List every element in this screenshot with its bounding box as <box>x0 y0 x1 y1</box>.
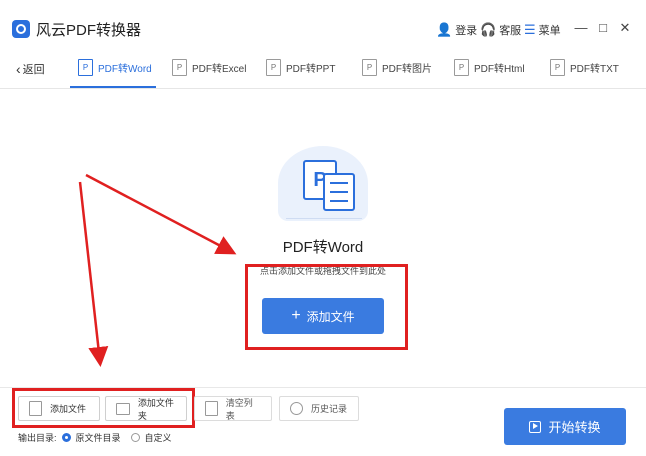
radio-original-dir[interactable] <box>61 433 71 442</box>
play-icon <box>529 420 542 433</box>
pdf-doc-icon: P <box>172 59 187 76</box>
tab-label: PDF转Word <box>98 64 152 75</box>
tab-pdf-to-html[interactable]: P PDF转Html <box>454 59 525 76</box>
menu-icon: ☰ <box>524 22 536 37</box>
tab-pdf-to-excel[interactable]: P PDF转Excel <box>172 59 246 76</box>
tab-label: PDF转TXT <box>570 64 619 75</box>
tab-label: PDF转图片 <box>382 64 432 75</box>
conversion-title: PDF转Word <box>282 239 364 256</box>
word-file-icon <box>323 173 355 211</box>
menu-button[interactable]: ☰ 菜单 <box>524 22 561 38</box>
clear-icon <box>205 401 218 416</box>
tab-label: PDF转Excel <box>192 64 247 75</box>
tab-pdf-to-ppt[interactable]: P PDF转PPT <box>266 59 335 76</box>
output-label: 输出目录: <box>18 433 57 443</box>
customer-service-button[interactable]: 🎧 客服 <box>480 22 521 38</box>
history-button[interactable]: 历史记录 <box>279 396 359 421</box>
radio-custom-dir[interactable] <box>130 433 140 442</box>
tab-pdf-to-image[interactable]: P PDF转图片 <box>362 59 432 76</box>
start-conversion-button[interactable]: 开始转换 <box>504 408 626 445</box>
conversion-tabs: ‹ 返回 P PDF转Word P PDF转Excel P PDF转PPT P … <box>0 50 646 89</box>
maximize-button[interactable]: □ <box>596 20 610 35</box>
pdf-doc-icon: P <box>454 59 469 76</box>
menu-label: 菜单 <box>538 25 561 37</box>
clock-icon <box>290 402 303 415</box>
pdf-doc-icon: P <box>78 59 93 76</box>
pdf-doc-icon: P <box>266 59 281 76</box>
pdf-doc-icon: P <box>550 59 565 76</box>
user-icon: 👤 <box>436 22 453 37</box>
app-logo-icon <box>12 20 30 38</box>
tab-label: PDF转Html <box>474 64 525 75</box>
login-label: 登录 <box>455 25 478 37</box>
history-label: 历史记录 <box>311 404 348 414</box>
chevron-left-icon: ‹ <box>16 61 21 77</box>
start-label: 开始转换 <box>548 420 601 435</box>
annotation-box-hint <box>245 264 408 350</box>
tab-label: PDF转PPT <box>286 64 336 75</box>
close-button[interactable]: ✕ <box>618 20 632 36</box>
login-button[interactable]: 👤 登录 <box>436 22 477 38</box>
minimize-button[interactable]: — <box>574 20 588 35</box>
bottom-divider <box>0 387 646 388</box>
back-label: 返回 <box>22 64 45 76</box>
folder-icon <box>116 402 130 415</box>
headset-icon: 🎧 <box>480 22 497 37</box>
tab-pdf-to-txt[interactable]: P PDF转TXT <box>550 59 619 76</box>
back-button[interactable]: ‹ 返回 <box>16 61 45 77</box>
pdf-doc-icon: P <box>362 59 377 76</box>
clear-list-button[interactable]: 清空列表 <box>194 396 272 421</box>
app-title: 风云PDF转换器 <box>36 22 142 39</box>
clear-list-label: 清空列表 <box>225 397 253 421</box>
active-tab-indicator <box>70 86 156 88</box>
option-custom-dir-label: 自定义 <box>144 433 172 443</box>
option-original-dir-label: 原文件目录 <box>75 433 121 443</box>
add-file-button[interactable]: 添加文件 <box>18 396 100 421</box>
add-folder-label: 添加文件夹 <box>137 397 174 421</box>
add-folder-button[interactable]: 添加文件夹 <box>105 396 187 421</box>
file-icon <box>29 401 42 416</box>
hero-divider <box>286 218 362 219</box>
title-bar: 风云PDF转换器 👤 登录 🎧 客服 ☰ 菜单 — □ ✕ <box>0 0 646 44</box>
output-directory: 输出目录: 原文件目录 自定义 <box>18 431 172 444</box>
add-file-label: 添加文件 <box>50 404 87 414</box>
tab-pdf-to-word[interactable]: P PDF转Word <box>78 59 152 76</box>
service-label: 客服 <box>499 25 522 37</box>
